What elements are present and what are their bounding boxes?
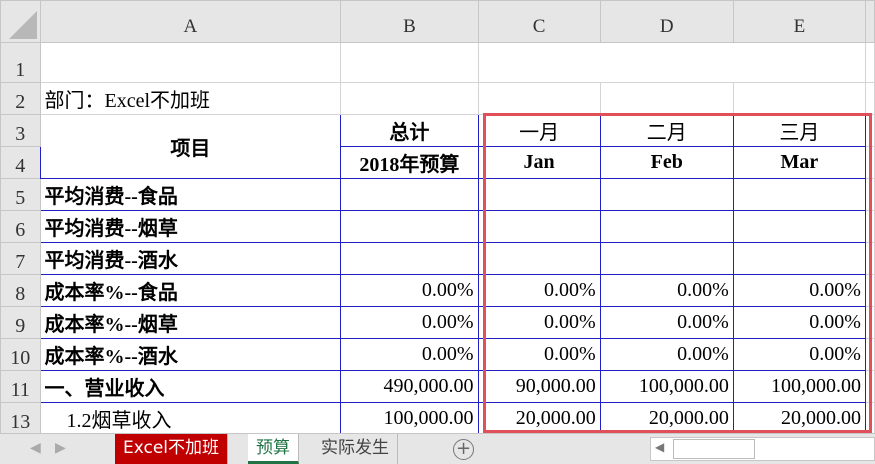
mar-cell[interactable]: 0.00%: [732, 274, 866, 307]
jan-header-cell[interactable]: Jan: [477, 146, 601, 179]
sheet-tab-excel[interactable]: Excel不加班: [115, 434, 229, 464]
row-header[interactable]: 10: [0, 338, 41, 371]
sheet-tab-bar: ◀ ▶ Excel不加班 预算 实际发生 + ◀: [0, 433, 875, 464]
row-header[interactable]: 9: [0, 306, 41, 339]
row-label-cell[interactable]: 成本率%--烟草: [39, 306, 342, 339]
feb-cell[interactable]: [599, 242, 734, 275]
feb-cell[interactable]: 0.00%: [599, 274, 734, 307]
cell[interactable]: [340, 42, 479, 83]
cell[interactable]: [340, 82, 479, 115]
table-row: 7 平均消费--酒水: [0, 242, 875, 275]
next-sheet-icon[interactable]: ▶: [55, 440, 66, 456]
horizontal-scrollbar[interactable]: ◀: [650, 437, 875, 461]
row-header[interactable]: 7: [0, 242, 41, 275]
spreadsheet-grid[interactable]: A B C D E 1 2 部门：Excel不加班 3 项目 总计 一月 二月 …: [0, 0, 875, 435]
feb-header-cell[interactable]: Feb: [599, 146, 734, 179]
budget-header-cell[interactable]: 2018年预算: [340, 146, 479, 179]
total-cell[interactable]: 100,000.00: [340, 402, 479, 435]
feb-cell[interactable]: [599, 178, 734, 211]
row-header[interactable]: 1: [0, 42, 41, 83]
row-label-cell[interactable]: 平均消费--烟草: [39, 210, 342, 243]
column-header-b[interactable]: B: [340, 0, 479, 43]
month1-header-cell[interactable]: 一月: [477, 114, 601, 147]
column-header-a[interactable]: A: [39, 0, 342, 43]
table-row: 9 成本率%--烟草 0.00% 0.00% 0.00% 0.00%: [0, 306, 875, 339]
row-label-cell[interactable]: 成本率%--食品: [39, 274, 342, 307]
row-label-cell[interactable]: 平均消费--食品: [39, 178, 342, 211]
table-row: 8 成本率%--食品 0.00% 0.00% 0.00% 0.00%: [0, 274, 875, 307]
row-header[interactable]: 11: [0, 370, 41, 403]
table-row: 10 成本率%--酒水 0.00% 0.00% 0.00% 0.00%: [0, 338, 875, 371]
mar-cell[interactable]: 0.00%: [732, 306, 866, 339]
mar-cell[interactable]: [732, 242, 866, 275]
jan-cell[interactable]: 0.00%: [477, 274, 601, 307]
table-row: 5 平均消费--食品: [0, 178, 875, 211]
column-header-e[interactable]: E: [732, 0, 866, 43]
add-sheet-icon[interactable]: +: [453, 439, 474, 460]
feb-cell[interactable]: 0.00%: [599, 306, 734, 339]
table-row: 6 平均消费--烟草: [0, 210, 875, 243]
feb-cell[interactable]: 100,000.00: [599, 370, 734, 403]
row-header[interactable]: 5: [0, 178, 41, 211]
jan-cell[interactable]: 0.00%: [477, 338, 601, 371]
total-cell[interactable]: [340, 210, 479, 243]
mar-cell[interactable]: [732, 178, 866, 211]
row-header[interactable]: 3: [0, 114, 41, 147]
row-header[interactable]: 13: [0, 402, 41, 435]
mar-header-cell[interactable]: Mar: [732, 146, 866, 179]
select-all-corner[interactable]: [0, 0, 41, 43]
row-header[interactable]: 6: [0, 210, 41, 243]
total-cell[interactable]: 0.00%: [340, 306, 479, 339]
row-label-cell[interactable]: 平均消费--酒水: [39, 242, 342, 275]
jan-cell[interactable]: [477, 178, 601, 211]
table-row: 11 一、营业收入 490,000.00 90,000.00 100,000.0…: [0, 370, 875, 403]
total-cell[interactable]: 0.00%: [340, 338, 479, 371]
jan-cell[interactable]: [477, 210, 601, 243]
feb-cell[interactable]: 20,000.00: [599, 402, 734, 435]
mar-cell[interactable]: [732, 210, 866, 243]
row-label-cell[interactable]: 1.2烟草收入: [39, 402, 342, 435]
month3-header-cell[interactable]: 三月: [732, 114, 866, 147]
sheet-tab-budget[interactable]: 预算: [248, 434, 299, 464]
table-row: 13 1.2烟草收入 100,000.00 20,000.00 20,000.0…: [0, 402, 875, 435]
cell[interactable]: [39, 42, 342, 83]
jan-cell[interactable]: 0.00%: [477, 306, 601, 339]
scrollbar-thumb[interactable]: [673, 439, 755, 459]
month2-header-cell[interactable]: 二月: [599, 114, 734, 147]
row-header[interactable]: 8: [0, 274, 41, 307]
mar-cell[interactable]: 0.00%: [732, 338, 866, 371]
feb-cell[interactable]: [599, 210, 734, 243]
feb-cell[interactable]: 0.00%: [599, 338, 734, 371]
row-header[interactable]: 4: [0, 146, 41, 179]
column-header-d[interactable]: D: [599, 0, 734, 43]
prev-sheet-icon[interactable]: ◀: [30, 440, 41, 456]
jan-cell[interactable]: [477, 242, 601, 275]
total-cell[interactable]: 0.00%: [340, 274, 479, 307]
item-header-cell[interactable]: 项目: [39, 114, 342, 179]
total-cell[interactable]: 490,000.00: [340, 370, 479, 403]
total-cell[interactable]: [340, 242, 479, 275]
row-label-cell[interactable]: 一、营业收入: [39, 370, 342, 403]
scroll-left-icon[interactable]: ◀: [655, 440, 664, 454]
column-header-c[interactable]: C: [477, 0, 601, 43]
row-header[interactable]: 2: [0, 82, 41, 115]
mar-cell[interactable]: 100,000.00: [732, 370, 866, 403]
sheet-tab-actual[interactable]: 实际发生: [313, 434, 398, 464]
mar-cell[interactable]: 20,000.00: [732, 402, 866, 435]
department-label-cell[interactable]: 部门：Excel不加班: [39, 82, 342, 115]
row-label-cell[interactable]: 成本率%--酒水: [39, 338, 342, 371]
total-header-cell[interactable]: 总计: [340, 114, 479, 147]
total-cell[interactable]: [340, 178, 479, 211]
jan-cell[interactable]: 20,000.00: [477, 402, 601, 435]
jan-cell[interactable]: 90,000.00: [477, 370, 601, 403]
